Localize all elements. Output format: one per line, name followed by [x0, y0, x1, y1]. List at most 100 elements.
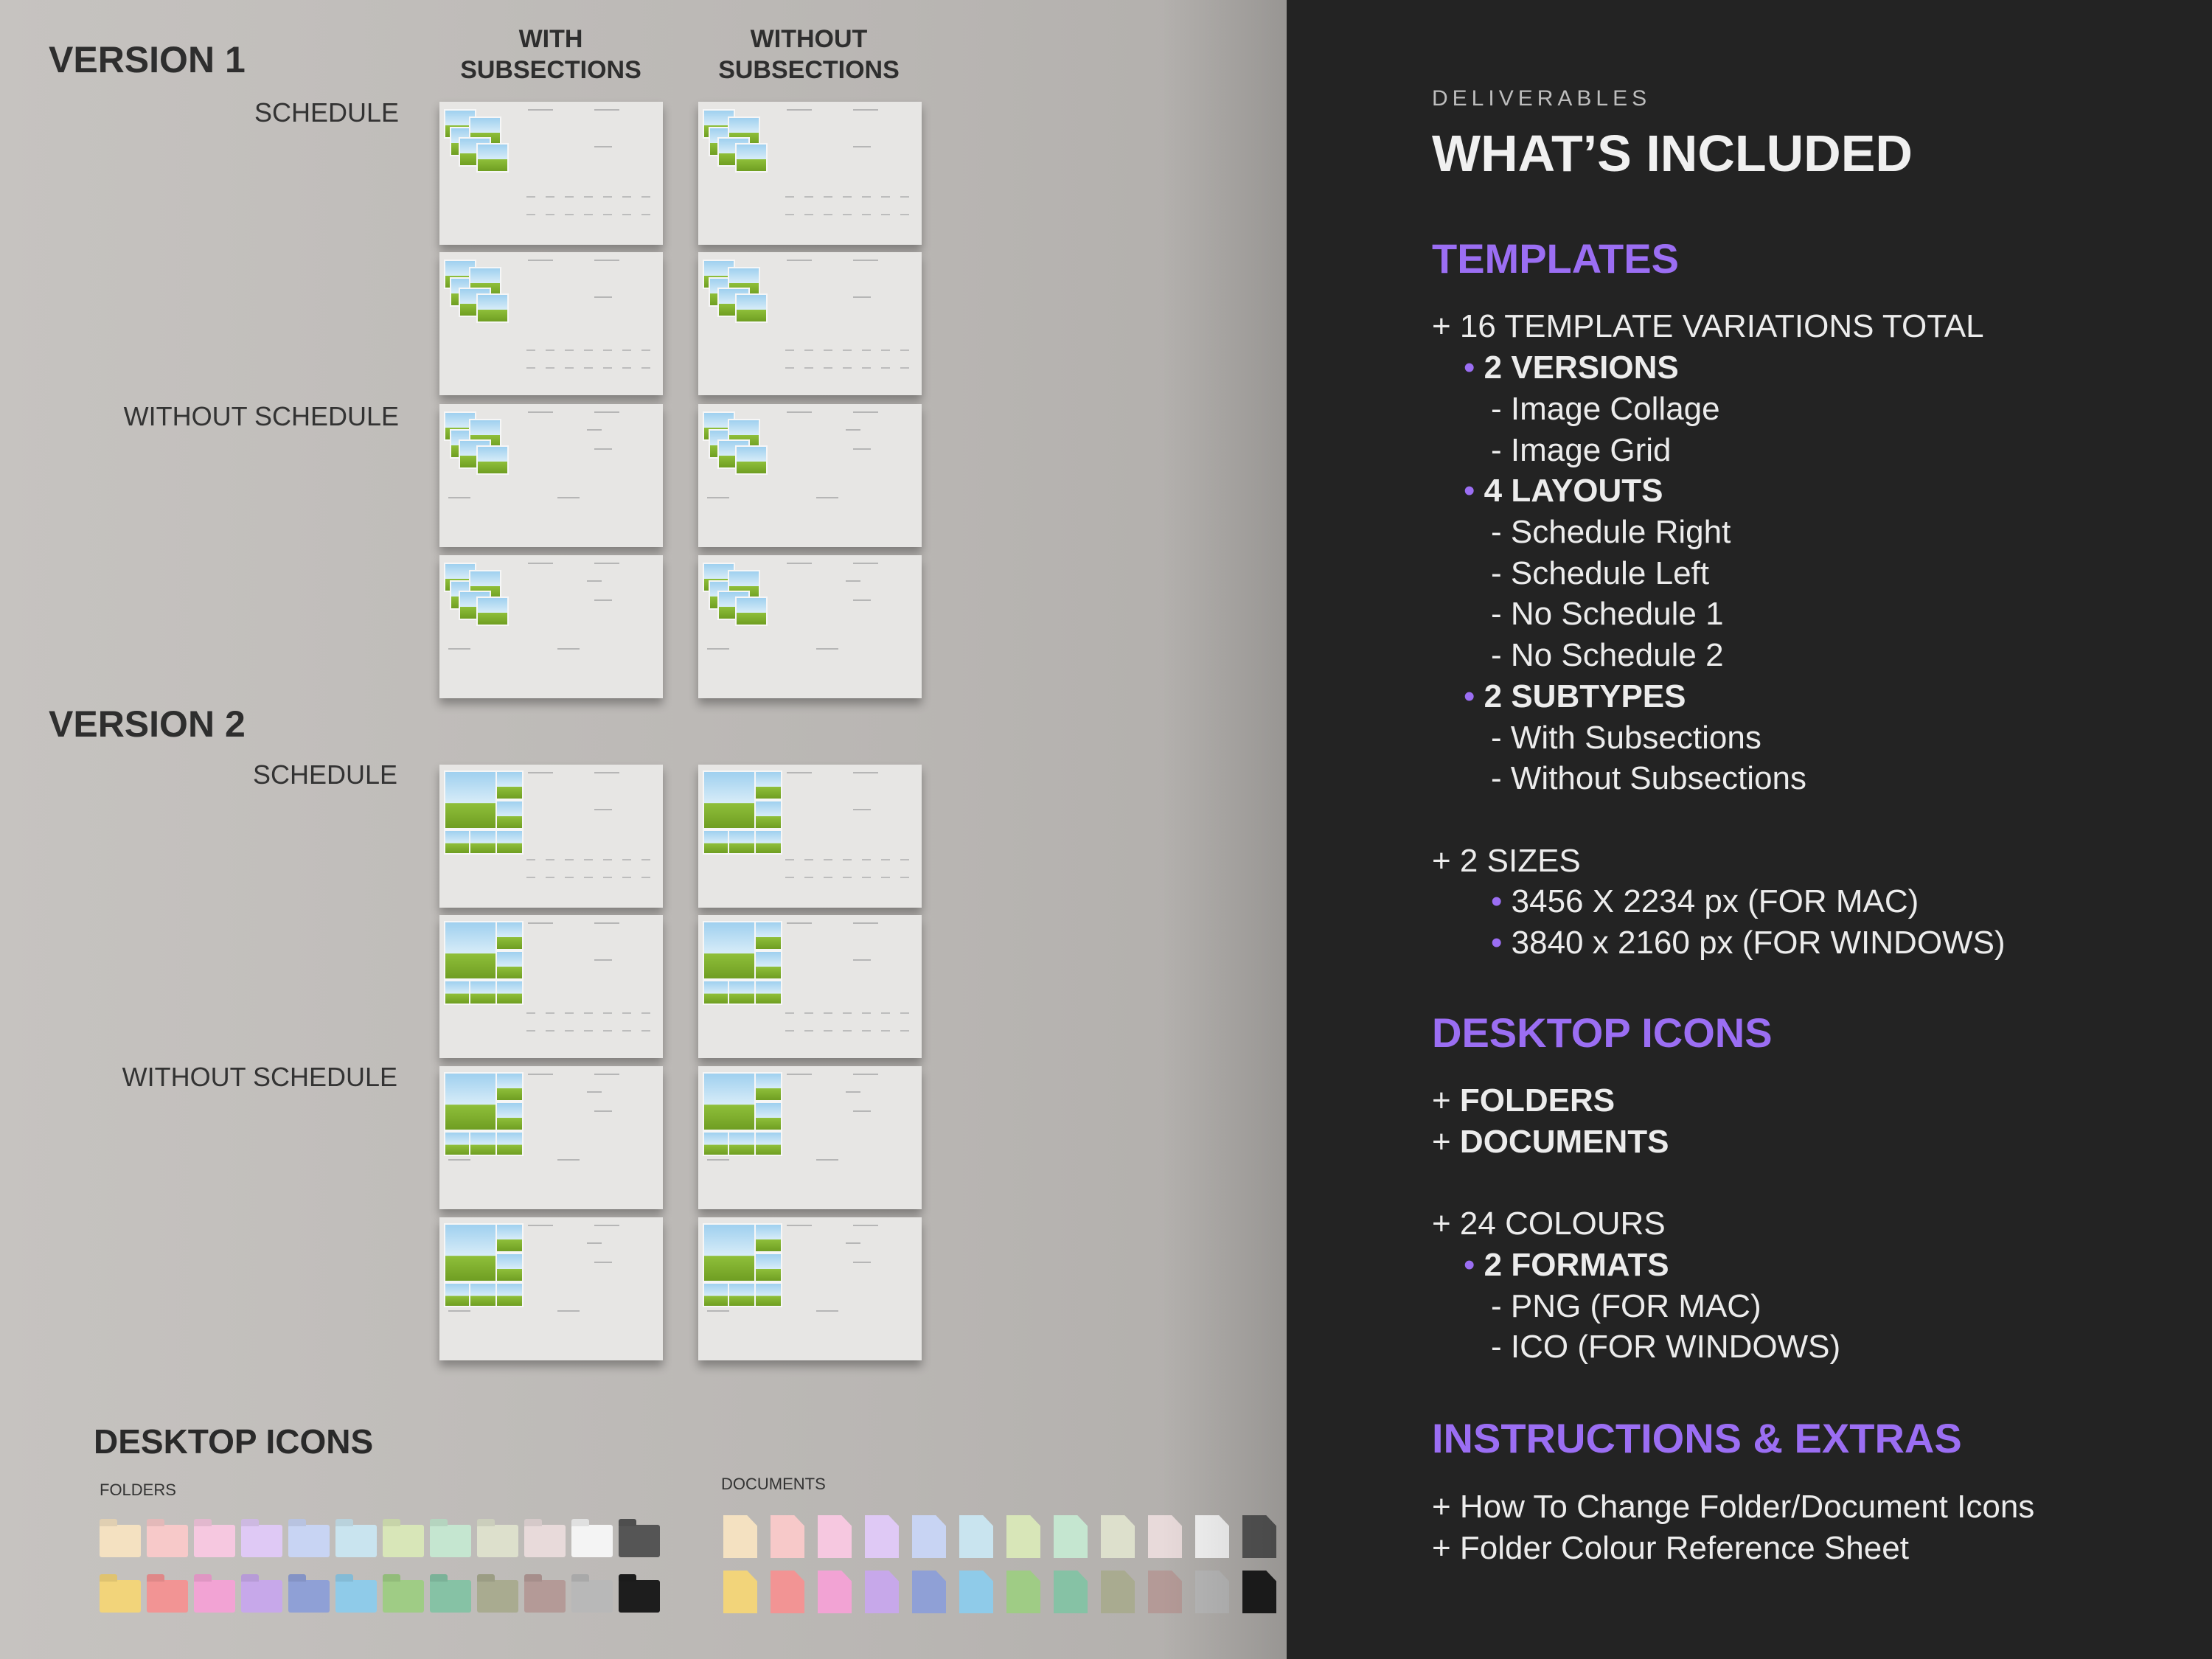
folders-label: FOLDERS — [100, 1481, 176, 1499]
folder-icon — [383, 1525, 424, 1557]
subtype-item: - With Subsections — [1491, 720, 1761, 756]
document-icon — [771, 1571, 804, 1613]
document-icon — [818, 1515, 852, 1558]
deliverables-panel: DELIVERABLES WHAT’S INCLUDED TEMPLATES +… — [1287, 0, 2212, 1659]
folder-icon — [194, 1580, 235, 1613]
formats-item: • 2 FORMATS — [1464, 1247, 1669, 1283]
desktop-icons-heading: DESKTOP ICONS — [1432, 1009, 1773, 1056]
template-thumbnail — [439, 555, 663, 698]
folder-icon — [147, 1580, 188, 1613]
desktop-icons-title: DESKTOP ICONS — [94, 1422, 374, 1461]
document-icon — [1101, 1515, 1135, 1558]
page-title: WHAT’S INCLUDED — [1432, 125, 1913, 182]
size-item: • 3456 X 2234 px (FOR MAC) — [1491, 883, 1919, 919]
folder-icon — [477, 1580, 518, 1613]
template-thumbnail — [698, 765, 922, 908]
extras-item: + Folder Colour Reference Sheet — [1432, 1530, 1909, 1566]
preview-panel: VERSION 1 WITH SUBSECTIONS WITHOUT SUBSE… — [0, 0, 1287, 1659]
template-thumbnail — [698, 102, 922, 245]
document-icon — [1242, 1571, 1276, 1613]
document-icon — [771, 1515, 804, 1558]
layout-item: - Schedule Left — [1491, 555, 1709, 591]
format-item: - PNG (FOR MAC) — [1491, 1288, 1761, 1324]
document-icon — [912, 1571, 946, 1613]
colours-item: + 24 COLOURS — [1432, 1206, 1666, 1242]
folder-icon — [241, 1525, 282, 1557]
folder-icon — [571, 1525, 613, 1557]
format-item: - ICO (FOR WINDOWS) — [1491, 1329, 1841, 1365]
document-icon — [1195, 1515, 1229, 1558]
folder-icon — [430, 1525, 471, 1557]
folder-icon — [619, 1580, 660, 1613]
folder-icon — [524, 1525, 566, 1557]
row-label-without-schedule-v2: WITHOUT SCHEDULE — [122, 1062, 397, 1092]
folder-icon — [335, 1580, 377, 1613]
document-icon — [1101, 1571, 1135, 1613]
document-icon — [1195, 1571, 1229, 1613]
document-icon — [1148, 1515, 1182, 1558]
template-thumbnail — [698, 404, 922, 547]
extras-heading: INSTRUCTIONS & EXTRAS — [1432, 1415, 1962, 1461]
size-item: • 3840 x 2160 px (FOR WINDOWS) — [1491, 925, 2006, 961]
folder-icon — [100, 1525, 141, 1557]
document-icon — [865, 1515, 899, 1558]
layout-item: - Schedule Right — [1491, 514, 1731, 550]
template-thumbnail — [698, 915, 922, 1058]
template-thumbnail — [698, 1217, 922, 1360]
row-label-schedule-v2: SCHEDULE — [252, 759, 397, 790]
layouts-item: • 4 LAYOUTS — [1464, 473, 1663, 509]
document-icon — [959, 1571, 993, 1613]
folder-icon — [147, 1525, 188, 1557]
layout-item: - No Schedule 1 — [1491, 596, 1724, 632]
folder-icon — [430, 1580, 471, 1613]
template-thumbnail — [698, 252, 922, 395]
eyebrow-label: DELIVERABLES — [1432, 86, 1652, 111]
column-header-without-subsections: WITHOUT SUBSECTIONS — [718, 25, 900, 84]
document-icon — [723, 1571, 757, 1613]
folder-icon — [571, 1580, 613, 1613]
extras-item: + How To Change Folder/Document Icons — [1432, 1489, 2035, 1525]
document-icon — [1242, 1515, 1276, 1558]
folders-item: + FOLDERS — [1432, 1082, 1615, 1119]
template-thumbnail — [439, 765, 663, 908]
documents-label: DOCUMENTS — [721, 1475, 826, 1493]
document-icon — [1148, 1571, 1182, 1613]
document-icon — [912, 1515, 946, 1558]
template-thumbnail — [439, 1217, 663, 1360]
folder-icon — [241, 1580, 282, 1613]
template-thumbnail — [439, 102, 663, 245]
folder-icon — [477, 1525, 518, 1557]
template-thumbnail — [439, 1066, 663, 1209]
subtypes-item: • 2 SUBTYPES — [1464, 678, 1686, 714]
version-1-title: VERSION 1 — [49, 39, 246, 80]
sizes-item: + 2 SIZES — [1432, 843, 1581, 879]
document-icon — [865, 1571, 899, 1613]
column-header-with-subsections: WITH SUBSECTIONS — [460, 25, 641, 84]
folder-icon — [383, 1580, 424, 1613]
version-2-title: VERSION 2 — [49, 703, 246, 745]
version-item: - Image Collage — [1491, 391, 1720, 427]
folder-icon — [288, 1580, 330, 1613]
template-thumbnail — [439, 404, 663, 547]
folder-icon — [100, 1580, 141, 1613]
template-thumbnail — [439, 252, 663, 395]
templates-heading: TEMPLATES — [1432, 235, 1679, 282]
folder-icon — [335, 1525, 377, 1557]
row-label-schedule-v1: SCHEDULE — [254, 97, 399, 128]
folder-icon — [288, 1525, 330, 1557]
template-thumbnail — [439, 915, 663, 1058]
versions-item: • 2 VERSIONS — [1464, 349, 1679, 386]
templates-total: + 16 TEMPLATE VARIATIONS TOTAL — [1432, 308, 1984, 344]
document-icon — [723, 1515, 757, 1558]
layout-item: - No Schedule 2 — [1491, 637, 1724, 673]
document-icon — [818, 1571, 852, 1613]
folder-icon — [524, 1580, 566, 1613]
document-icon — [959, 1515, 993, 1558]
document-icon — [1054, 1515, 1088, 1558]
folder-icon — [619, 1525, 660, 1557]
version-item: - Image Grid — [1491, 432, 1672, 468]
document-icon — [1006, 1571, 1040, 1613]
document-icon — [1006, 1515, 1040, 1558]
documents-item: + DOCUMENTS — [1432, 1124, 1669, 1160]
template-thumbnail — [698, 555, 922, 698]
